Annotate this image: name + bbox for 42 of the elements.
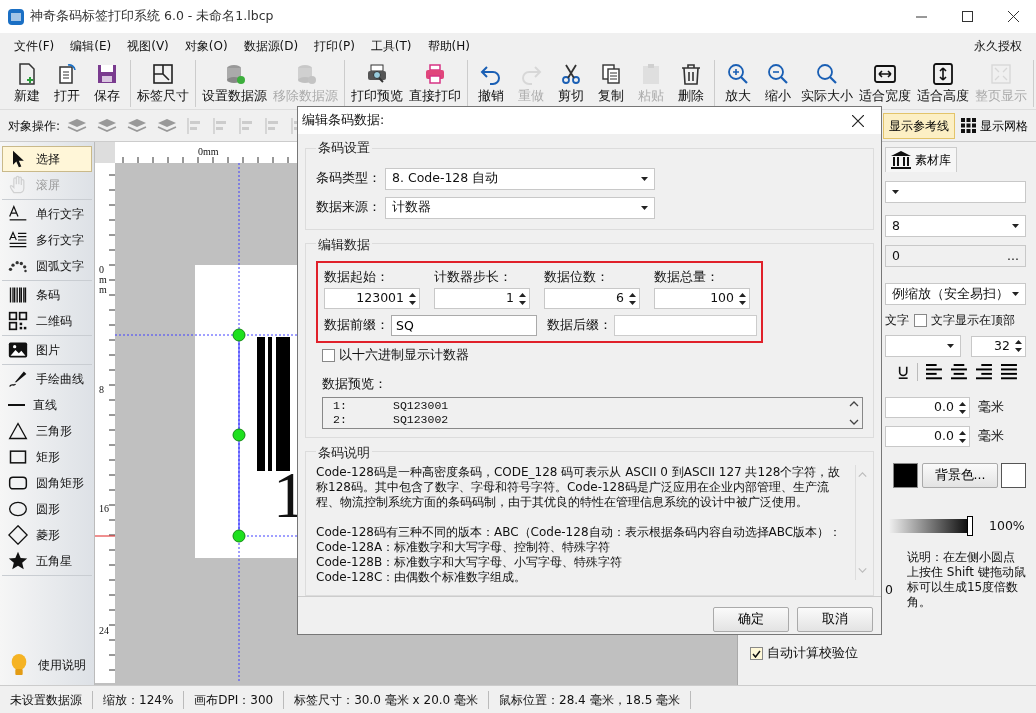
window-title: 神奇条码标签打印系统 6.0 - 未命名1.lbcp — [30, 7, 274, 26]
field-label: 计数器步长： — [434, 267, 513, 286]
status-text: 鼠标位置：28.4 毫米，18.5 毫米 — [489, 690, 692, 709]
status-text: 标签尺寸：30.0 毫米 x 20.0 毫米 — [284, 690, 490, 709]
field-label: 数据起始： — [324, 267, 390, 286]
ruler-label: 0mm — [99, 265, 108, 295]
field-label: 数据预览： — [322, 375, 388, 393]
row-index: 2: — [333, 412, 348, 427]
field-label: 数据前缀： — [324, 316, 389, 335]
description-text: Code-128C：由偶数个标准数字组成。 — [316, 569, 528, 585]
unit-label: 毫米 — [978, 427, 1004, 446]
description-text: Code-128A：标准数字和大写字母、控制符、特殊字符 — [316, 539, 612, 555]
field-label: 数据来源： — [316, 198, 381, 217]
barcode-text: 1 — [273, 462, 306, 528]
toolbar-label: 对象操作: — [8, 117, 61, 135]
preview-value: SQ123001 — [393, 398, 449, 413]
description-text: Code-128B：标准数字和大写字母、小写字母、特殊字符 — [316, 554, 624, 570]
ruler-label: 24 — [99, 626, 109, 636]
angle-value: 0 — [885, 580, 893, 599]
status-text: 未设置数据源 — [0, 690, 93, 709]
help-note: 说明：在左侧小圆点上按住 Shift 键拖动鼠标可以生成15度倍数角。 — [906, 550, 1026, 610]
ruler-label: 0mm — [198, 145, 219, 159]
status-text: 画布DPI：300 — [184, 690, 285, 709]
group-title: 条码说明 — [316, 444, 372, 460]
description-text: Code-128码是一种高密度条码，CODE_128 码可表示从 ASCII 0 到ASCII 127 共128个字符，故称128码。其中包含了数字、字母和符号字符。Code-128码是广泛应用在企业内部管理、生产流程、物流控制系统方面的条码码制，由于其优良的特性在管理信息系统的设计中被广泛使用。 — [316, 464, 842, 510]
group-title: 编辑数据 — [316, 236, 372, 252]
license-label: 永久授权 — [974, 37, 1023, 55]
field-label: 数据总量： — [654, 267, 720, 286]
preview-value: SQ123002 — [393, 412, 449, 427]
status-text: 缩放：124% — [93, 690, 185, 709]
description-text: Code-128码有三种不同的版本：ABC（Code-128自动：表示根据条码内容自动选择ABC版本）： — [316, 524, 843, 540]
dialog-title: 编辑条码数据: — [302, 111, 385, 130]
field-label: 数据后缀： — [547, 316, 612, 335]
unit-label: 毫米 — [978, 398, 1004, 417]
ruler-label: 16 — [99, 504, 109, 514]
checkbox-label: 文字 — [885, 312, 909, 329]
ruler-label: 8 — [99, 385, 105, 395]
field-label: 数据位数： — [544, 267, 610, 286]
group-title: 条码设置 — [316, 140, 372, 155]
row-index: 1: — [333, 398, 348, 413]
opacity-reading: 100% — [989, 516, 1025, 535]
field-label: 条码类型： — [316, 169, 381, 188]
